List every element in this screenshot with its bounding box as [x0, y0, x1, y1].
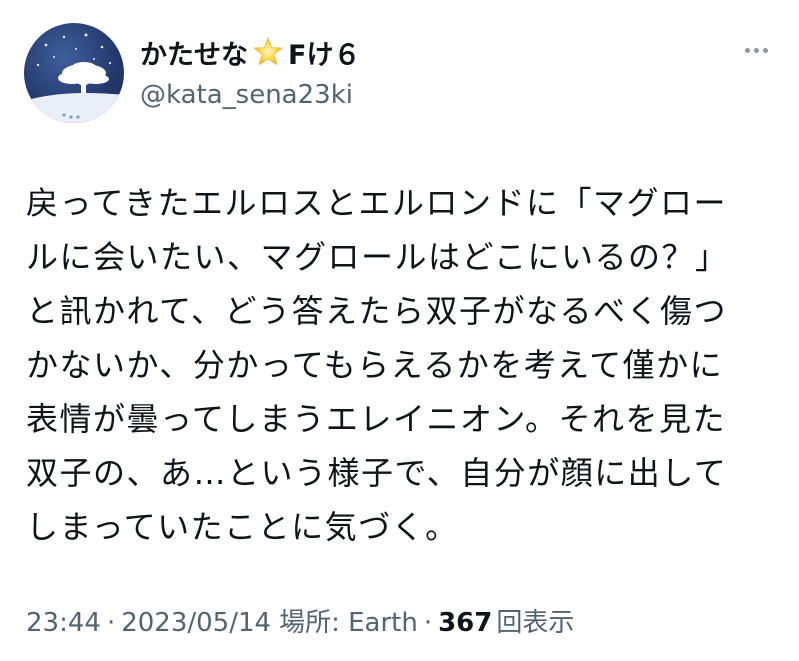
tweet-time[interactable]: 23:44: [26, 608, 101, 638]
tweet-location[interactable]: 場所: Earth: [279, 602, 418, 639]
user-handle[interactable]: @kata_sena23ki: [140, 80, 353, 110]
tweet-text-line: かないか、分かってもらえるかを考えて僅かに: [26, 346, 724, 384]
tweet-date[interactable]: 2023/05/14: [121, 608, 271, 638]
avatar[interactable]: [24, 23, 124, 123]
meta-separator: ·: [106, 608, 116, 638]
display-name-row[interactable]: かたせな Fけ６: [140, 32, 360, 72]
views-label[interactable]: 回表示: [496, 602, 574, 639]
tweet-text-line: 戻ってきたエルロスとエルロンドに「マグロー: [26, 184, 727, 222]
display-name[interactable]: かたせな: [140, 33, 248, 72]
star-emoji-icon: [252, 36, 284, 68]
display-name-suffix[interactable]: Fけ６: [288, 33, 360, 72]
tweet-text-line: 双子の、あ…という様子で、自分が顔に出して: [26, 454, 728, 492]
meta-separator: ·: [423, 608, 433, 638]
views-count[interactable]: 367: [438, 608, 492, 638]
more-options-icon[interactable]: [736, 38, 776, 62]
tweet-text: 戻ってきたエルロスとエルロンドに「マグロー ルに会いたい、マグロールはどこにいる…: [26, 176, 786, 554]
tweet-meta: 23:44 · 2023/05/14 場所: Earth · 367 回表示: [26, 602, 574, 639]
tweet-text-line: と訊かれて、どう答えたら双子がなるべく傷つ: [26, 292, 727, 330]
tweet-text-line: しまっていたことに気づく。: [26, 508, 459, 546]
tweet-text-line: ルに会いたい、マグロールはどこにいるの？」: [26, 238, 729, 276]
avatar-tree-icon: [24, 33, 124, 123]
tweet: かたせな Fけ６ @kata_sena23ki 戻ってきたエルロスとエルロンドに…: [0, 0, 799, 661]
tweet-text-line: 表情が曇ってしまうエレイニオン。それを見た: [26, 400, 726, 438]
